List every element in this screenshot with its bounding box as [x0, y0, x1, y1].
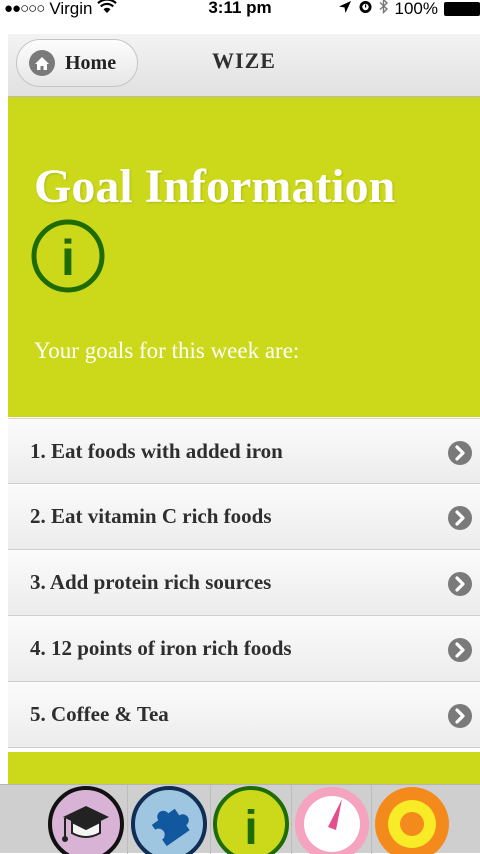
tab-gauge[interactable] — [292, 785, 372, 854]
tab-bar: i — [0, 784, 480, 854]
goal-info-header: Goal Information i Your goals for this w… — [8, 97, 480, 417]
chevron-right-icon — [447, 505, 473, 531]
alarm-icon — [358, 0, 373, 19]
battery-icon — [444, 1, 480, 16]
goal-label: 2. Eat vitamin C rich foods — [30, 504, 272, 528]
tab-target[interactable] — [372, 785, 452, 854]
goals-intro-text: Your goals for this week are: — [34, 338, 300, 363]
info-icon: i — [30, 218, 106, 294]
chevron-right-icon — [447, 703, 473, 729]
goal-item-3[interactable]: 3. Add protein rich sources — [8, 550, 480, 616]
gauge-icon — [295, 787, 369, 854]
battery-percentage: 100% — [394, 0, 438, 18]
home-icon — [29, 50, 55, 76]
home-button[interactable]: Home — [16, 39, 138, 87]
tab-education[interactable] — [46, 785, 126, 854]
page-title: Goal Information — [34, 160, 396, 213]
goal-label: 5. Coffee & Tea — [30, 702, 169, 726]
navigation-bar: Home WIZE — [8, 34, 480, 97]
chevron-right-icon — [447, 637, 473, 663]
tab-puzzle[interactable] — [129, 785, 209, 854]
goal-item-2[interactable]: 2. Eat vitamin C rich foods — [8, 484, 480, 550]
home-button-label: Home — [65, 51, 117, 74]
bluetooth-icon — [379, 0, 389, 19]
info-icon-glyph: i — [61, 230, 75, 286]
location-arrow-icon — [338, 0, 352, 19]
goal-item-4[interactable]: 4. 12 points of iron rich foods — [8, 616, 480, 682]
tab-divider — [127, 785, 128, 854]
chevron-right-icon — [447, 440, 473, 466]
goal-item-5[interactable]: 5. Coffee & Tea — [8, 682, 480, 748]
target-icon — [375, 787, 449, 854]
goal-label: 3. Add protein rich sources — [30, 570, 272, 594]
tab-info[interactable]: i — [211, 785, 291, 854]
info-tab-glyph: i — [244, 802, 257, 854]
puzzle-piece-icon — [131, 786, 207, 854]
info-icon: i — [213, 786, 289, 854]
status-bar: ●●○○○ Virgin 3:11 pm 100% — [0, 0, 480, 34]
chevron-right-icon — [447, 571, 473, 597]
graduation-cap-icon — [48, 786, 124, 854]
goal-list: 1. Eat foods with added iron 2. Eat vita… — [8, 418, 480, 748]
goal-item-1[interactable]: 1. Eat foods with added iron — [8, 418, 480, 484]
content-footer-strip — [8, 752, 480, 784]
goal-label: 1. Eat foods with added iron — [30, 438, 283, 463]
goal-label: 4. 12 points of iron rich foods — [30, 636, 292, 660]
